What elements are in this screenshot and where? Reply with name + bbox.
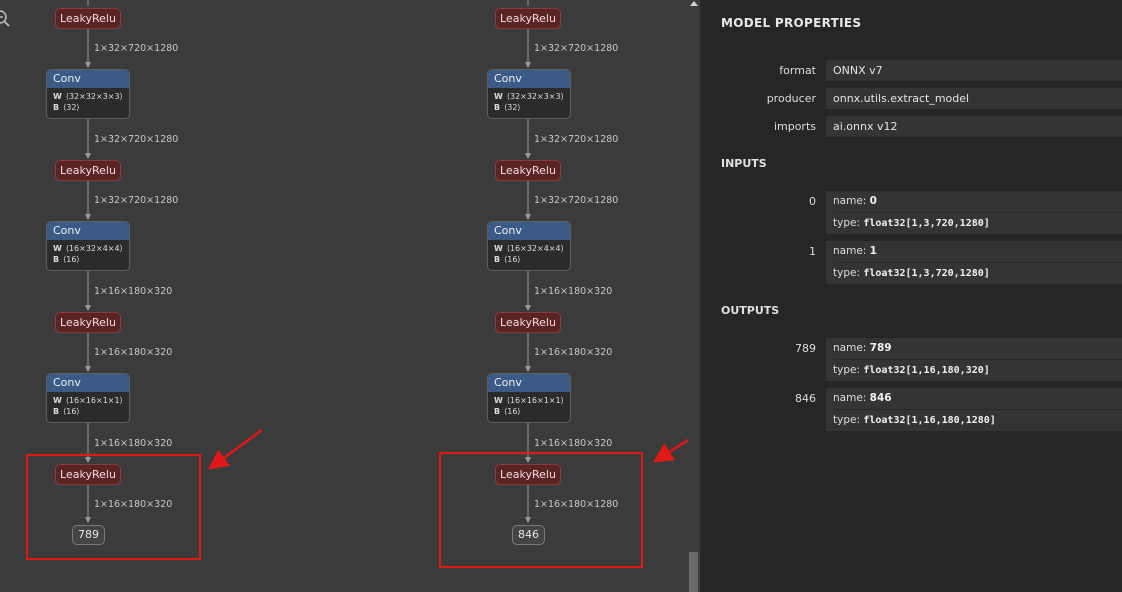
type-key: type: — [833, 217, 860, 229]
weight-key: W — [494, 396, 503, 405]
conv-node-title: Conv — [488, 222, 570, 240]
format-value[interactable]: ONNX v7 — [826, 60, 1122, 81]
output-name: 846 — [869, 392, 892, 404]
weight-key: W — [494, 244, 503, 253]
input-name: 0 — [869, 195, 877, 207]
highlight-box-left — [26, 454, 201, 560]
leakyrelu-node[interactable]: LeakyRelu — [495, 8, 561, 29]
input-0-box[interactable]: name: 0 type: float32[1,3,720,1280] — [826, 191, 1122, 234]
weight-shape: ⟨16×16×1×1⟩ — [65, 396, 123, 405]
edge-shape-label: 1×32×720×1280 — [94, 134, 179, 145]
edge-shape-label: 1×16×180×320 — [534, 347, 613, 358]
leakyrelu-node[interactable]: LeakyRelu — [495, 312, 561, 333]
weight-shape: ⟨32×32×3×3⟩ — [65, 92, 123, 101]
conv-node-title: Conv — [47, 70, 129, 88]
bias-shape: ⟨16⟩ — [63, 407, 80, 416]
conv-node[interactable]: Conv W ⟨32×32×3×3⟩ B ⟨32⟩ — [46, 69, 130, 119]
weight-shape: ⟨16×16×1×1⟩ — [506, 396, 564, 405]
output-789-index: 789 — [795, 342, 816, 355]
name-key: name: — [833, 392, 867, 404]
conv-node-title: Conv — [488, 374, 570, 392]
conv-node-title: Conv — [47, 222, 129, 240]
weight-key: W — [53, 92, 62, 101]
name-key: name: — [833, 245, 867, 257]
bias-key: B — [53, 255, 60, 264]
bias-shape: ⟨16⟩ — [504, 407, 521, 416]
outputs-section-title: OUTPUTS — [721, 304, 780, 317]
conv-node-title: Conv — [47, 374, 129, 392]
output-type: float32[1,16,180,1280] — [863, 415, 996, 426]
input-type: float32[1,3,720,1280] — [863, 268, 990, 279]
output-name: 789 — [869, 342, 892, 354]
scroll-up-arrow-icon[interactable] — [690, 0, 698, 8]
bias-shape: ⟨32⟩ — [63, 103, 80, 112]
edge-shape-label: 1×32×720×1280 — [534, 134, 619, 145]
graph-canvas[interactable]: 1×32×720×1280 1×32×720×1280 1×32×720×1280 1… — [0, 0, 700, 592]
name-key: name: — [833, 195, 867, 207]
bias-key: B — [53, 103, 60, 112]
input-name: 1 — [869, 245, 877, 257]
input-1-index: 1 — [809, 245, 816, 258]
leakyrelu-node[interactable]: LeakyRelu — [55, 8, 121, 29]
edge-shape-label: 1×32×720×1280 — [534, 195, 619, 206]
output-846-index: 846 — [795, 392, 816, 405]
bias-key: B — [494, 407, 501, 416]
weight-key: W — [494, 92, 503, 101]
edge-shape-label: 1×16×180×320 — [94, 438, 173, 449]
input-type: float32[1,3,720,1280] — [863, 218, 990, 229]
annotation-arrow-left — [207, 428, 263, 470]
bias-shape: ⟨32⟩ — [504, 103, 521, 112]
graph-scrollbar[interactable] — [688, 0, 700, 592]
type-key: type: — [833, 364, 860, 376]
edge-shape-label: 1×16×180×320 — [534, 286, 613, 297]
bias-key: B — [494, 255, 501, 264]
input-0-index: 0 — [809, 195, 816, 208]
output-789-box[interactable]: name: 789 type: float32[1,16,180,320] — [826, 338, 1122, 381]
bias-key: B — [53, 407, 60, 416]
bias-shape: ⟨16⟩ — [63, 255, 80, 264]
highlight-box-right — [439, 452, 643, 568]
leakyrelu-node[interactable]: LeakyRelu — [495, 160, 561, 181]
edge-shape-label: 1×16×180×320 — [534, 438, 613, 449]
zoom-out-icon[interactable] — [0, 9, 10, 27]
inputs-section-title: INPUTS — [721, 157, 767, 170]
weight-shape: ⟨16×32×4×4⟩ — [65, 244, 123, 253]
format-label: format — [779, 64, 816, 77]
weight-shape: ⟨32×32×3×3⟩ — [506, 92, 564, 101]
edge-shape-label: 1×32×720×1280 — [94, 43, 179, 54]
edge-shape-label: 1×16×180×320 — [94, 286, 173, 297]
input-1-box[interactable]: name: 1 type: float32[1,3,720,1280] — [826, 241, 1122, 284]
output-846-box[interactable]: name: 846 type: float32[1,16,180,1280] — [826, 388, 1122, 431]
edge-shape-label: 1×32×720×1280 — [534, 43, 619, 54]
type-key: type: — [833, 267, 860, 279]
conv-node[interactable]: Conv W ⟨32×32×3×3⟩ B ⟨32⟩ — [487, 69, 571, 119]
producer-value[interactable]: onnx.utils.extract_model — [826, 88, 1122, 109]
leakyrelu-node[interactable]: LeakyRelu — [55, 312, 121, 333]
name-key: name: — [833, 342, 867, 354]
model-properties-panel: MODEL PROPERTIES format ONNX v7 producer… — [701, 0, 1122, 592]
type-key: type: — [833, 414, 860, 426]
leakyrelu-node[interactable]: LeakyRelu — [55, 160, 121, 181]
weight-key: W — [53, 396, 62, 405]
conv-node[interactable]: Conv W ⟨16×16×1×1⟩ B ⟨16⟩ — [487, 373, 571, 423]
conv-node[interactable]: Conv W ⟨16×32×4×4⟩ B ⟨16⟩ — [487, 221, 571, 271]
conv-node-title: Conv — [488, 70, 570, 88]
conv-node[interactable]: Conv W ⟨16×32×4×4⟩ B ⟨16⟩ — [46, 221, 130, 271]
producer-label: producer — [766, 92, 816, 105]
graph-scroll-thumb[interactable] — [689, 552, 698, 592]
imports-value[interactable]: ai.onnx v12 — [826, 116, 1122, 137]
conv-node[interactable]: Conv W ⟨16×16×1×1⟩ B ⟨16⟩ — [46, 373, 130, 423]
weight-key: W — [53, 244, 62, 253]
panel-title: MODEL PROPERTIES — [721, 16, 862, 30]
bias-shape: ⟨16⟩ — [504, 255, 521, 264]
edge-shape-label: 1×32×720×1280 — [94, 195, 179, 206]
bias-key: B — [494, 103, 501, 112]
edge-shape-label: 1×16×180×320 — [94, 347, 173, 358]
weight-shape: ⟨16×32×4×4⟩ — [506, 244, 564, 253]
imports-label: imports — [773, 120, 816, 133]
output-type: float32[1,16,180,320] — [863, 365, 990, 376]
